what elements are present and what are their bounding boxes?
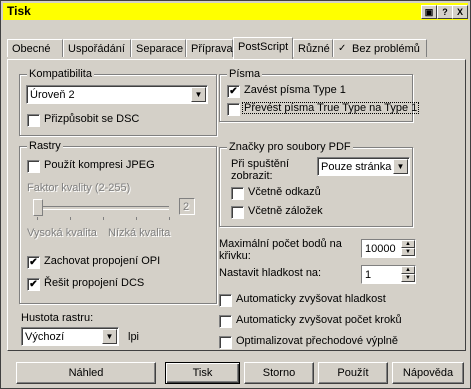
tab-general[interactable]: Obecné [7,39,63,57]
tab-separation[interactable]: Separace [131,39,186,57]
bookmarks-checkbox[interactable] [231,206,244,219]
tab-preparation[interactable]: Příprava [186,39,233,57]
density-select[interactable]: Výchozí ▼ [21,327,119,346]
spin-down-icon[interactable]: ▼ [401,274,415,282]
help-title-button[interactable]: ? [437,5,453,19]
dcs-label: Řešit propojení DCS [44,277,145,289]
dsc-label: Přizpůsobit se DSC [44,113,140,125]
tab-postscript[interactable]: PostScript [233,37,293,59]
pdf-group: Značky pro soubory PDF Při spuštění zobr… [219,141,413,227]
dcs-checkbox[interactable]: ✔ [27,278,40,291]
quality-value: 2 [183,201,190,213]
chevron-down-icon[interactable]: ▼ [191,87,206,102]
fonts-group: Písma ✔ Zavést písma Type 1 Převést písm… [219,68,420,122]
density-value: Výchozí [25,331,65,343]
spin-up-icon[interactable]: ▲ [401,240,415,248]
embed-fonts-checkbox[interactable]: ✔ [227,85,240,98]
slider-tick [169,217,170,220]
auto-steps-label: Automaticky zvyšovat počet kroků [236,314,402,326]
preflight-icon: ✓ [338,43,347,54]
fonts-title: Písma [227,68,263,80]
bookmarks-label: Včetně záložek [248,205,323,217]
system-icon[interactable]: ▣ [421,5,437,19]
tab-misc[interactable]: Různé [293,39,333,57]
preview-button[interactable]: Náhled [16,362,156,384]
links-checkbox[interactable] [231,187,244,200]
jpeg-checkbox[interactable] [27,160,40,173]
close-button[interactable]: X [452,5,468,19]
compat-group: Kompatibilita Úroveň 2 ▼ Přizpůsobit se … [19,68,217,136]
low-quality-label: Nízká kvalita [108,227,171,239]
quality-slider-track [37,206,169,210]
window-title: Tisk [7,4,31,18]
max-points-label: Maximální počet bodů na křivku: [219,238,342,262]
on-start-value: Pouze stránka [321,161,392,173]
title-bar: Tisk ▣ ? X [3,3,468,20]
density-unit: lpi [128,331,140,343]
slider-tick [103,217,104,220]
auto-flatness-checkbox[interactable] [219,294,232,307]
embed-fonts-label: Zavést písma Type 1 [244,84,346,96]
slider-tick [37,217,38,220]
on-start-label: Při spuštění zobrazit: [231,158,290,182]
tab-preflight-label: Bez problémů [352,43,420,55]
slider-tick [70,217,71,220]
print-button[interactable]: Tisk [165,362,240,384]
tab-layout[interactable]: Uspořádání [63,39,131,57]
flatness-value: 1 [365,269,372,281]
flatness-field[interactable]: 1 ▲ ▼ [361,265,416,284]
links-label: Včetně odkazů [248,186,321,198]
quality-slider-thumb[interactable] [33,199,43,216]
max-points-field[interactable]: 10000 ▲ ▼ [361,239,416,258]
tab-preflight[interactable]: ✓ Bez problémů [333,39,427,57]
chevron-down-icon[interactable]: ▼ [102,329,117,344]
high-quality-label: Vysoká kvalita [27,227,97,239]
opi-label: Zachovat propojení OPI [44,255,161,267]
jpeg-label: Použít kompresi JPEG [44,159,155,171]
level-value: Úroveň 2 [30,89,75,101]
slider-tick [136,217,137,220]
dsc-checkbox[interactable] [27,114,40,127]
level-select[interactable]: Úroveň 2 ▼ [26,85,208,104]
convert-tt-checkbox[interactable] [227,103,240,116]
opi-checkbox[interactable]: ✔ [27,256,40,269]
print-dialog: Tisk ▣ ? X Obecné Uspořádání Separace Př… [0,0,471,389]
cancel-button[interactable]: Storno [244,362,314,384]
postscript-panel: Kompatibilita Úroveň 2 ▼ Přizpůsobit se … [7,59,466,351]
optimize-label: Optimalizovat přechodové výplně [236,335,399,347]
spin-up-icon[interactable]: ▲ [401,266,415,274]
optimize-checkbox[interactable] [219,336,232,349]
spin-down-icon[interactable]: ▼ [401,248,415,256]
raster-group: Rastry Použít kompresi JPEG Faktor kvali… [19,140,217,304]
compat-title: Kompatibilita [27,68,94,80]
flatness-label: Nastavit hladkost na: [219,267,322,279]
quality-label: Faktor kvality (2-255) [27,182,131,194]
quality-field[interactable]: 2 [179,198,195,215]
apply-button[interactable]: Použít [318,362,388,384]
chevron-down-icon[interactable]: ▼ [393,159,408,174]
max-points-value: 10000 [365,243,396,255]
help-button[interactable]: Nápověda [392,362,464,384]
convert-tt-label: Převést písma True Type na Type 1 [242,102,420,114]
raster-title: Rastry [27,140,63,152]
on-start-select[interactable]: Pouze stránka ▼ [317,157,410,176]
pdf-title: Značky pro soubory PDF [227,141,353,153]
auto-steps-checkbox[interactable] [219,315,232,328]
auto-flatness-label: Automaticky zvyšovat hladkost [236,293,386,305]
density-label: Hustota rastru: [21,312,94,324]
